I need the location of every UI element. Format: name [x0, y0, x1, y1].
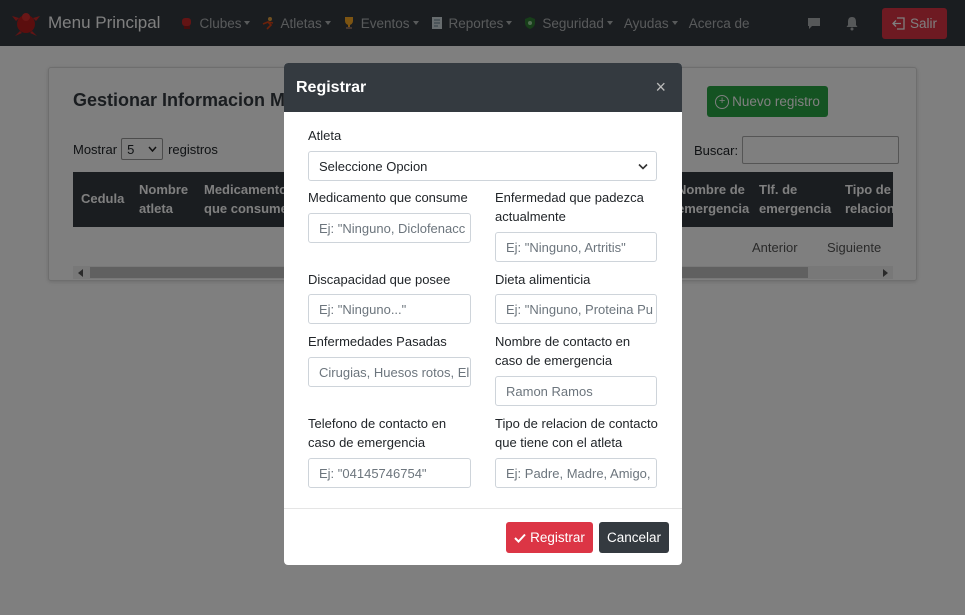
medicamento-input[interactable]: Ej: "Ninguno, Diclofenacc [308, 213, 471, 243]
modal-header: Registrar × [284, 63, 682, 112]
dieta-input[interactable]: Ej: "Ninguno, Proteina Pu [495, 294, 657, 324]
dieta-label: Dieta alimenticia [495, 272, 591, 287]
chevron-down-icon [638, 163, 648, 170]
modal-backdrop-top [0, 0, 965, 46]
cancel-button[interactable]: Cancelar [599, 522, 669, 553]
enfermedades-pasadas-input[interactable]: Cirugias, Huesos rotos, El [308, 357, 471, 387]
relacion-input[interactable]: Ej: Padre, Madre, Amigo, [495, 458, 657, 488]
enfermedad-input[interactable]: Ej: "Ninguno, Artritis" [495, 232, 657, 262]
check-icon [514, 533, 526, 543]
enfermedad-label: Enfermedad que padezca actualmente [495, 190, 644, 224]
telefono-label: Telefono de contacto en caso de emergenc… [308, 416, 447, 450]
contacto-nombre-input[interactable]: Ramon Ramos [495, 376, 657, 406]
atleta-select[interactable]: Seleccione Opcion [308, 151, 657, 181]
discapacidad-input[interactable]: Ej: "Ninguno..." [308, 294, 471, 324]
relacion-label: Tipo de relacion de contacto que tiene c… [495, 416, 658, 450]
enfermedades-pasadas-label: Enfermedades Pasadas [308, 334, 447, 349]
discapacidad-label: Discapacidad que posee [308, 272, 451, 287]
modal-footer: Registrar Cancelar [284, 508, 682, 565]
close-icon[interactable]: × [655, 77, 666, 98]
medicamento-label: Medicamento que consume [308, 190, 468, 205]
modal-title: Registrar [296, 78, 367, 96]
submit-label: Registrar [530, 530, 585, 545]
contacto-nombre-label: Nombre de contacto en caso de emergencia [495, 334, 631, 368]
atleta-label: Atleta [308, 128, 342, 143]
modal-body: Atleta Seleccione Opcion Medicamento que… [284, 112, 682, 507]
submit-button[interactable]: Registrar [506, 522, 593, 553]
telefono-input[interactable]: Ej: "04145746754" [308, 458, 471, 488]
atleta-select-value: Seleccione Opcion [319, 158, 428, 174]
register-modal: Registrar × Atleta Seleccione Opcion Med… [284, 63, 682, 565]
